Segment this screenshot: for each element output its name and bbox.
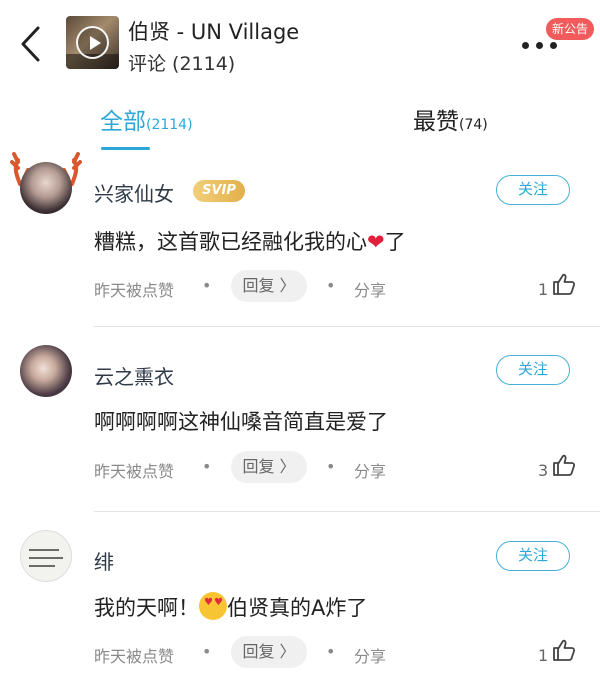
comment-actions: 昨天被点赞 • 回复 〉 • 分享 3 bbox=[94, 451, 584, 485]
separator-dot: • bbox=[326, 276, 336, 295]
comment-divider bbox=[94, 326, 600, 327]
follow-button[interactable]: 关注 bbox=[496, 175, 570, 205]
like-button[interactable]: 1 bbox=[534, 636, 584, 668]
more-dot-icon bbox=[550, 41, 557, 49]
comment-text: 我的天啊！ 伯贤真的A炸了 bbox=[94, 592, 367, 622]
separator-dot: • bbox=[326, 642, 336, 661]
like-count: 3 bbox=[538, 461, 549, 480]
avatar[interactable] bbox=[20, 162, 72, 214]
thumbs-up-icon bbox=[553, 639, 576, 661]
comment-text: 啊啊啊啊这神仙嗓音简直是爱了 bbox=[94, 410, 388, 434]
follow-button[interactable]: 关注 bbox=[496, 541, 570, 571]
active-tab-indicator bbox=[101, 147, 150, 150]
like-button[interactable]: 1 bbox=[534, 270, 584, 302]
like-button[interactable]: 3 bbox=[534, 451, 584, 483]
liked-time: 昨天被点赞 bbox=[94, 647, 175, 666]
reply-button[interactable]: 回复 〉 bbox=[231, 451, 307, 483]
separator-dot: • bbox=[202, 276, 212, 295]
comments-header: 伯贤 - UN Village 评论 (2114) 新公告 bbox=[0, 0, 600, 86]
username[interactable]: 绯 bbox=[94, 546, 114, 575]
reply-button[interactable]: 回复 〉 bbox=[231, 270, 307, 302]
chevron-left-icon bbox=[21, 26, 40, 62]
like-count: 1 bbox=[538, 646, 549, 665]
comment-tabs: 全部(2114) 最赞(74) bbox=[0, 92, 600, 152]
album-cover[interactable] bbox=[66, 16, 119, 69]
comment-text: 糟糕，这首歌已经融化我的心❤了 bbox=[94, 226, 406, 256]
heart-eyes-emoji-icon bbox=[199, 592, 227, 620]
follow-button[interactable]: 关注 bbox=[496, 355, 570, 385]
like-count: 1 bbox=[538, 280, 549, 299]
thumbs-up-icon bbox=[553, 273, 576, 295]
avatar[interactable] bbox=[20, 530, 72, 582]
comment-divider bbox=[94, 511, 600, 512]
share-button[interactable]: 分享 bbox=[354, 277, 386, 301]
more-dot-icon bbox=[522, 41, 529, 49]
tab-all-count: (2114) bbox=[146, 117, 193, 133]
avatar[interactable] bbox=[20, 345, 72, 397]
tab-all-label: 全部 bbox=[100, 109, 146, 135]
comment-count: 评论 (2114) bbox=[128, 53, 236, 75]
tab-all[interactable]: 全部(2114) bbox=[100, 102, 193, 146]
separator-dot: • bbox=[326, 457, 336, 476]
comment-text-part: 了 bbox=[384, 230, 406, 254]
username[interactable]: 兴家仙女 bbox=[94, 178, 174, 207]
play-icon bbox=[76, 26, 109, 59]
new-notice-badge[interactable]: 新公告 bbox=[546, 18, 595, 40]
tab-top-count: (74) bbox=[459, 117, 488, 133]
back-button[interactable] bbox=[14, 22, 50, 66]
comment-text-part: 糟糕，这首歌已经融化我的心 bbox=[94, 230, 367, 254]
liked-time: 昨天被点赞 bbox=[94, 281, 175, 300]
thumbs-up-icon bbox=[553, 454, 576, 476]
username[interactable]: 云之熏衣 bbox=[94, 361, 174, 390]
separator-dot: • bbox=[202, 457, 212, 476]
comment-actions: 昨天被点赞 • 回复 〉 • 分享 1 bbox=[94, 270, 584, 304]
svip-badge: SVIP bbox=[193, 180, 245, 202]
more-options-button[interactable] bbox=[522, 38, 566, 52]
share-button[interactable]: 分享 bbox=[354, 458, 386, 482]
heart-icon: ❤ bbox=[367, 230, 385, 254]
tab-top-liked[interactable]: 最赞(74) bbox=[413, 102, 488, 146]
song-title: 伯贤 - UN Village bbox=[128, 20, 300, 44]
more-dot-icon bbox=[536, 41, 543, 49]
comment-text-part: 伯贤真的A炸了 bbox=[227, 596, 368, 620]
separator-dot: • bbox=[202, 642, 212, 661]
share-button[interactable]: 分享 bbox=[354, 643, 386, 667]
liked-time: 昨天被点赞 bbox=[94, 462, 175, 481]
tab-top-label: 最赞 bbox=[413, 109, 459, 135]
reply-button[interactable]: 回复 〉 bbox=[231, 636, 307, 668]
comment-actions: 昨天被点赞 • 回复 〉 • 分享 1 bbox=[94, 636, 584, 670]
comment-text-part: 我的天啊！ bbox=[94, 596, 199, 620]
